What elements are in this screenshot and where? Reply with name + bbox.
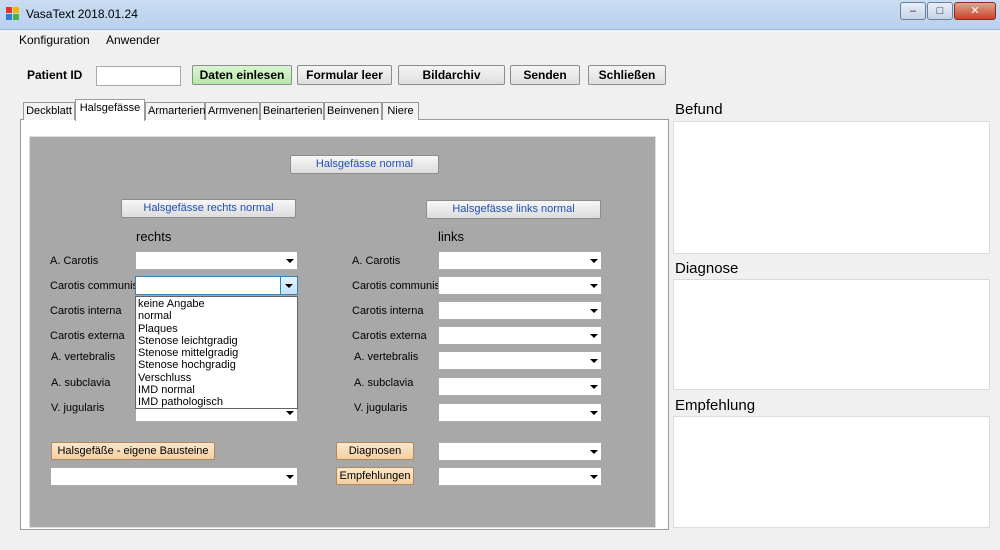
tab-deckblatt[interactable]: Deckblatt [23, 102, 75, 120]
dropdown-option-stenose-hochgradig[interactable]: Stenose hochgradig [136, 359, 297, 371]
halsgefaesse-links-normal-button[interactable]: Halsgefässe links normal [426, 200, 601, 219]
chevron-down-icon [286, 411, 294, 415]
patient-id-label: Patient ID [27, 68, 83, 82]
rechts-label-carotis-externa: Carotis externa [50, 330, 125, 342]
chevron-down-icon [590, 259, 598, 263]
rechts-label-a-vertebralis: A. vertebralis [51, 351, 116, 363]
menu-bar: Konfiguration Anwender [0, 30, 1000, 50]
dropdown-option-normal[interactable]: normal [136, 310, 297, 322]
rechts-label-a-carotis: A. Carotis [50, 255, 99, 267]
tab-beinvenen[interactable]: Beinvenen [324, 102, 382, 120]
menu-anwender[interactable]: Anwender [106, 33, 160, 47]
links-label-a-carotis: A. Carotis [352, 255, 401, 267]
rechts-label-a-subclavia: A. subclavia [51, 377, 111, 389]
dropdown-option-imd-pathologisch[interactable]: IMD pathologisch [136, 396, 297, 408]
dropdown-option-plaques[interactable]: Plaques [136, 323, 297, 335]
rechts-heading: rechts [136, 229, 172, 244]
chevron-down-icon [590, 411, 598, 415]
rechts-label-v-jugularis: V. jugularis [51, 402, 105, 414]
chevron-down-icon [590, 284, 598, 288]
empfehlungen-combo[interactable] [438, 467, 602, 486]
tab-niere[interactable]: Niere [382, 102, 419, 120]
dropdown-option-stenose-leichtgradig[interactable]: Stenose leichtgradig [136, 335, 297, 347]
empfehlungen-button[interactable]: Empfehlungen [336, 467, 414, 485]
senden-button[interactable]: Senden [510, 65, 580, 85]
title-bar: VasaText 2018.01.24 – □ ✕ [0, 0, 1000, 30]
empfehlung-title: Empfehlung [675, 397, 756, 414]
chevron-down-icon [590, 450, 598, 454]
daten-einlesen-button[interactable]: Daten einlesen [192, 65, 292, 85]
window-title: VasaText 2018.01.24 [26, 7, 138, 21]
diagnosen-button[interactable]: Diagnosen [336, 442, 414, 460]
carotis-communis-dropdown-list: keine Angabe normal Plaques Stenose leic… [135, 296, 298, 409]
rechts-combo-carotis-communis[interactable] [135, 276, 298, 295]
links-combo-carotis-communis[interactable] [438, 276, 602, 295]
diagnose-textarea[interactable] [673, 279, 990, 390]
chevron-down-icon [285, 284, 293, 288]
links-label-a-vertebralis: A. vertebralis [354, 351, 419, 363]
menu-konfiguration[interactable]: Konfiguration [19, 33, 90, 47]
chevron-down-icon [590, 475, 598, 479]
chevron-down-icon [590, 385, 598, 389]
dropdown-option-keine-angabe[interactable]: keine Angabe [136, 298, 297, 310]
chevron-down-icon [286, 259, 294, 263]
rechts-combo-a-carotis[interactable] [135, 251, 298, 270]
links-combo-carotis-externa[interactable] [438, 326, 602, 345]
tab-halsgefaesse[interactable]: Halsgefässe [75, 99, 145, 121]
bildarchiv-button[interactable]: Bildarchiv [398, 65, 505, 85]
links-combo-v-jugularis[interactable] [438, 403, 602, 422]
rechts-label-carotis-interna: Carotis interna [50, 305, 122, 317]
links-label-carotis-communis: Carotis communis [352, 280, 441, 292]
formular-leer-button[interactable]: Formular leer [297, 65, 392, 85]
patient-id-input[interactable] [96, 66, 181, 86]
links-label-carotis-externa: Carotis externa [352, 330, 427, 342]
eigene-bausteine-button[interactable]: Halsgefäße - eigene Bausteine [51, 442, 215, 460]
links-label-a-subclavia: A. subclavia [354, 377, 414, 389]
links-combo-a-carotis[interactable] [438, 251, 602, 270]
befund-title: Befund [675, 101, 723, 118]
tab-armarterien[interactable]: Armarterien [145, 102, 205, 120]
halsgefaesse-normal-button[interactable]: Halsgefässe normal [290, 155, 439, 174]
befund-textarea[interactable] [673, 121, 990, 254]
chevron-down-icon [590, 334, 598, 338]
dropdown-option-verschluss[interactable]: Verschluss [136, 372, 297, 384]
links-combo-a-subclavia[interactable] [438, 377, 602, 396]
halsgefaesse-rechts-normal-button[interactable]: Halsgefässe rechts normal [121, 199, 296, 218]
chevron-down-icon [590, 359, 598, 363]
tab-beinarterien[interactable]: Beinarterien [260, 102, 324, 120]
maximize-button[interactable]: □ [927, 2, 953, 20]
links-combo-a-vertebralis[interactable] [438, 351, 602, 370]
diagnose-title: Diagnose [675, 260, 739, 277]
rechts-label-carotis-communis: Carotis communis [50, 280, 139, 292]
empfehlung-textarea[interactable] [673, 416, 990, 528]
app-icon [6, 7, 20, 21]
links-combo-carotis-interna[interactable] [438, 301, 602, 320]
links-label-v-jugularis: V. jugularis [354, 402, 408, 414]
schliessen-button[interactable]: Schließen [588, 65, 666, 85]
bausteine-combo[interactable] [50, 467, 298, 486]
close-button[interactable]: ✕ [954, 2, 996, 20]
chevron-down-icon [590, 309, 598, 313]
tab-armvenen[interactable]: Armvenen [205, 102, 260, 120]
dropdown-option-imd-normal[interactable]: IMD normal [136, 384, 297, 396]
dropdown-option-stenose-mittelgradig[interactable]: Stenose mittelgradig [136, 347, 297, 359]
links-heading: links [438, 229, 465, 244]
minimize-button[interactable]: – [900, 2, 926, 20]
chevron-down-icon [286, 475, 294, 479]
links-label-carotis-interna: Carotis interna [352, 305, 424, 317]
diagnosen-combo[interactable] [438, 442, 602, 461]
